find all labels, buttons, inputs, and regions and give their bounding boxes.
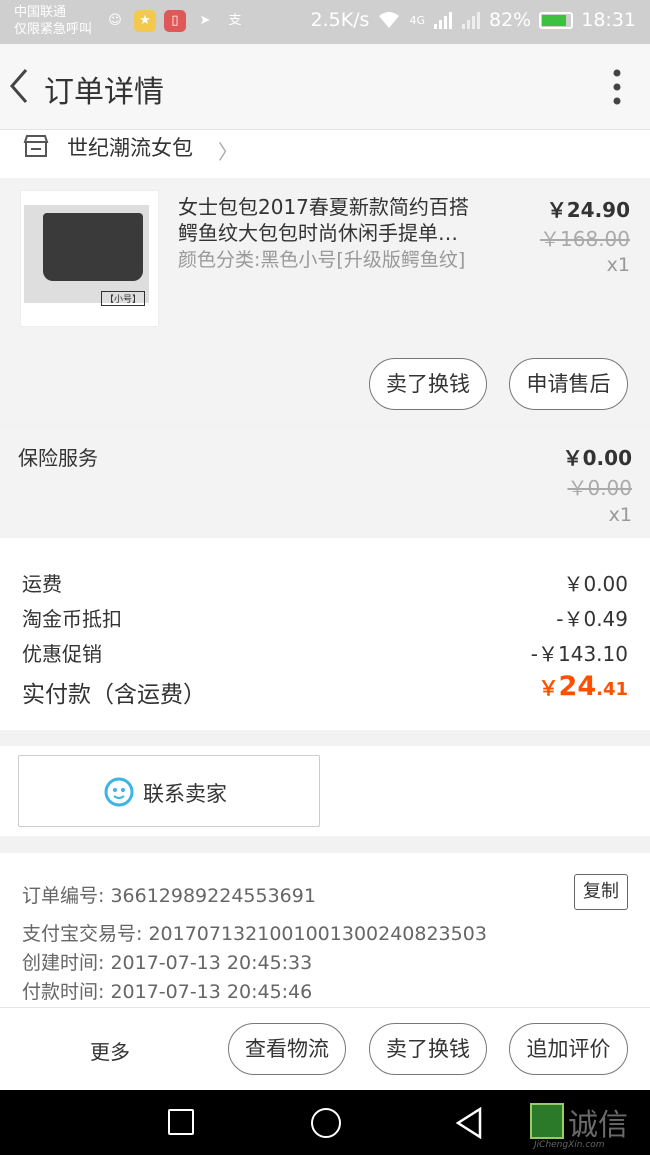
send-icon: ➤ [199, 13, 211, 28]
product-quantity: x1 [606, 254, 630, 276]
shop-row[interactable]: 世纪潮流女包 〉 [0, 130, 650, 178]
bottom-action-bar: 更多 查看物流 卖了换钱 追加评价 [0, 1007, 650, 1090]
total-integer: 24 [558, 671, 597, 702]
coin-value: -￥0.49 [556, 607, 628, 631]
handbag-image [43, 213, 143, 281]
page-title: 订单详情 [44, 75, 164, 110]
sell-again-button[interactable]: 卖了换钱 [369, 1023, 487, 1075]
wifi-icon [379, 12, 400, 28]
signal-2-icon [462, 12, 480, 29]
promo-label: 优惠促销 [22, 642, 102, 666]
carrier-info: 中国联通 仅限紧急呼叫 [14, 4, 92, 38]
shipping-label: 运费 [22, 572, 62, 596]
battery-percent: 82% [489, 9, 532, 31]
insurance-quantity: x1 [608, 504, 632, 526]
coin-label: 淘金币抵扣 [22, 607, 122, 631]
alipay-icon: 支 [228, 13, 242, 28]
phone-app-icon: ▯ [164, 10, 186, 32]
insurance-price: ￥0.00 [562, 446, 632, 470]
watermark-text: 诚信 [568, 1108, 628, 1143]
view-logistics-button[interactable]: 查看物流 [228, 1023, 346, 1075]
shop-name[interactable]: 世纪潮流女包 [67, 132, 193, 162]
watermark-seal-icon [530, 1103, 564, 1139]
product-thumbnail[interactable]: 【小号】 [20, 190, 159, 327]
total-symbol: ￥ [538, 676, 559, 700]
product-card[interactable]: 【小号】 女士包包2017春夏新款简约百搭 鳄鱼纹大包包时尚休闲手提单… 颜色分… [0, 182, 650, 424]
signal-icon [434, 12, 452, 29]
copy-button[interactable]: 复制 [574, 874, 628, 910]
contact-section: 联系卖家 [0, 746, 650, 836]
paid-time: 付款时间: 2017-07-13 20:45:46 [22, 981, 313, 1003]
notification-icons: ☺ ★ ▯ ➤ 支 [104, 10, 246, 32]
contact-seller-label: 联系卖家 [143, 782, 227, 806]
total-decimal: .41 [596, 679, 628, 700]
created-time: 创建时间: 2017-07-13 20:45:33 [22, 952, 313, 974]
coin-deduction-row: 淘金币抵扣 -￥0.49 [22, 603, 628, 633]
clock: 18:31 [581, 9, 636, 31]
chat-bubble-icon [104, 777, 134, 807]
total-amount: ￥24.41 [539, 671, 628, 702]
more-button[interactable]: 更多 [90, 1036, 130, 1065]
sell-button[interactable]: 卖了换钱 [369, 358, 487, 410]
net-speed: 2.5K/s [310, 9, 370, 31]
order-number: 订单编号: 36612989224553691 [22, 885, 316, 907]
carrier-name: 中国联通 [14, 5, 67, 20]
back-arrow-icon[interactable] [6, 66, 36, 106]
product-title-line1: 女士包包2017春夏新款简约百搭 [178, 195, 469, 219]
promotion-row: 优惠促销 -￥143.10 [22, 638, 628, 668]
contact-seller-button[interactable]: 联系卖家 [18, 755, 320, 827]
order-info: 订单编号: 36612989224553691 复制 支付宝交易号: 20170… [0, 853, 650, 1009]
product-sku: 颜色分类:黑色小号[升级版鳄鱼纹] [178, 249, 466, 271]
add-review-button[interactable]: 追加评价 [509, 1023, 628, 1075]
battery-icon [539, 11, 574, 29]
after-sale-button[interactable]: 申请售后 [509, 358, 628, 410]
insurance-row: 保险服务 ￥0.00 ￥0.00 x1 [0, 430, 650, 536]
face-icon: ☺ [108, 13, 122, 28]
total-label: 实付款（含运费） [22, 682, 206, 708]
store-icon [23, 135, 49, 157]
star-app-icon: ★ [134, 10, 156, 32]
cost-summary: 运费 ￥0.00 淘金币抵扣 -￥0.49 优惠促销 -￥143.10 实付款（… [0, 538, 650, 730]
watermark-url: JiChengXin.com [534, 1140, 605, 1150]
network-type: 4G [409, 13, 425, 27]
system-nav-bar: 诚信 JiChengXin.com [0, 1090, 650, 1155]
shipping-row: 运费 ￥0.00 [22, 568, 628, 598]
size-tag: 【小号】 [101, 291, 146, 306]
promo-value: -￥143.10 [530, 642, 628, 666]
product-title[interactable]: 女士包包2017春夏新款简约百搭 鳄鱼纹大包包时尚休闲手提单… [178, 194, 488, 246]
product-original-price: ￥168.00 [540, 227, 630, 251]
insurance-original-price: ￥0.00 [567, 476, 632, 500]
shipping-value: ￥0.00 [563, 572, 628, 596]
alipay-trade-number: 支付宝交易号: 2017071321001001300240823503 [22, 923, 487, 945]
watermark-logo: 诚信 JiChengXin.com [530, 1100, 646, 1150]
system-status: 2.5K/s 4G 82% 18:31 [310, 9, 636, 31]
home-icon[interactable] [311, 1108, 341, 1138]
title-bar: 订单详情 [0, 44, 650, 130]
chevron-right-icon: 〉 [218, 140, 238, 164]
more-options-icon[interactable] [612, 68, 622, 106]
recent-apps-icon[interactable] [168, 1109, 194, 1135]
product-title-line2: 鳄鱼纹大包包时尚休闲手提单… [178, 221, 458, 245]
status-bar: 中国联通 仅限紧急呼叫 ☺ ★ ▯ ➤ 支 2.5K/s 4G 82% 18:3… [0, 0, 650, 44]
carrier-emergency: 仅限紧急呼叫 [14, 22, 93, 37]
insurance-label: 保险服务 [18, 446, 98, 470]
product-price: ￥24.90 [546, 198, 630, 222]
total-row: 实付款（含运费） ￥24.41 [22, 671, 628, 711]
nav-back-icon[interactable] [454, 1107, 484, 1139]
